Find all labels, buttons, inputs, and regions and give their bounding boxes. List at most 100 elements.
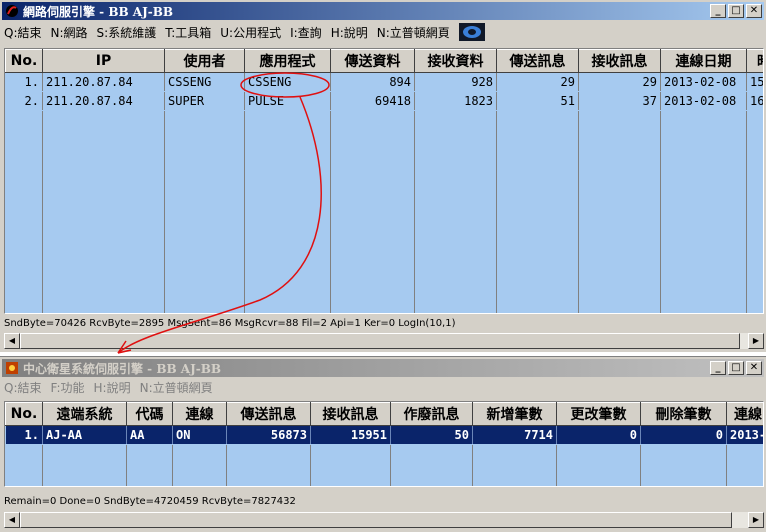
column-header-deleted-records[interactable]: 刪除筆數 bbox=[640, 402, 727, 426]
cell-connection: ON bbox=[172, 425, 227, 445]
cell-received-messages: 29 bbox=[578, 72, 661, 92]
menu-item-utilities[interactable]: U:公用程式 bbox=[220, 24, 281, 41]
cell-connect-date: 2013-02-08 bbox=[660, 91, 747, 111]
window-title: 網路伺服引擎 - BB AJ-BB bbox=[23, 4, 174, 19]
cell-time: 15:5 bbox=[746, 72, 763, 92]
column-header-connection[interactable]: 連線 bbox=[172, 402, 227, 426]
minimize-icon: _ bbox=[715, 5, 721, 16]
grid-header: No. IP 使用者 應用程式 傳送資料 接收資料 傳送訊息 接收訊息 連線日期… bbox=[5, 49, 763, 73]
app-icon bbox=[6, 362, 18, 374]
column-header-ip[interactable]: IP bbox=[42, 49, 165, 73]
cell-ip: 211.20.87.84 bbox=[42, 91, 165, 111]
scroll-right-icon[interactable]: ▶ bbox=[748, 512, 764, 528]
minimize-button[interactable]: _ bbox=[710, 361, 726, 375]
column-header-no[interactable]: No. bbox=[5, 49, 43, 73]
menu-item-website[interactable]: N:立普頓網頁 bbox=[140, 379, 213, 396]
minimize-icon: _ bbox=[715, 362, 721, 373]
cell-no: 2. bbox=[5, 91, 43, 111]
horizontal-scrollbar[interactable]: ◀ ▶ bbox=[4, 333, 764, 349]
maximize-button[interactable]: □ bbox=[728, 4, 744, 18]
flower-icon[interactable] bbox=[458, 23, 485, 41]
menu-item-exit[interactable]: Q:結束 bbox=[4, 24, 42, 41]
column-header-no[interactable]: No. bbox=[5, 402, 43, 426]
cell-application: PULSE bbox=[244, 91, 331, 111]
table-row[interactable]: 1. AJ-AA AA ON 56873 15951 50 7714 0 0 2… bbox=[5, 425, 763, 445]
column-header-remote-system[interactable]: 遠端系統 bbox=[42, 402, 127, 426]
close-button[interactable]: ✕ bbox=[746, 361, 762, 375]
menu-item-system-maintenance[interactable]: S:系統維護 bbox=[97, 24, 157, 41]
scroll-thumb[interactable] bbox=[20, 512, 732, 528]
close-button[interactable]: ✕ bbox=[746, 4, 762, 18]
cell-connect-date: 2013-02-08 bbox=[660, 72, 747, 92]
column-header-code[interactable]: 代碼 bbox=[126, 402, 173, 426]
table-row[interactable]: 2. 211.20.87.84 SUPER PULSE 69418 1823 5… bbox=[5, 91, 763, 111]
menu-item-website[interactable]: N:立普頓網頁 bbox=[377, 24, 450, 41]
cell-sent-messages: 29 bbox=[496, 72, 579, 92]
scroll-thumb[interactable] bbox=[20, 333, 740, 349]
cell-sent-messages: 51 bbox=[496, 91, 579, 111]
cell-deleted-records: 0 bbox=[640, 425, 727, 445]
connection-grid[interactable]: No. IP 使用者 應用程式 傳送資料 接收資料 傳送訊息 接收訊息 連線日期… bbox=[4, 48, 764, 314]
menu-item-network[interactable]: N:網路 bbox=[51, 24, 88, 41]
column-header-time[interactable]: 時 bbox=[746, 49, 763, 73]
close-icon: ✕ bbox=[749, 362, 759, 373]
scroll-right-icon[interactable]: ▶ bbox=[748, 333, 764, 349]
horizontal-scrollbar[interactable]: ◀ ▶ bbox=[4, 512, 764, 528]
table-row[interactable]: 1. 211.20.87.84 CSSENG CSSENG 894 928 29… bbox=[5, 72, 763, 92]
column-header-connect-date[interactable]: 連線日期 bbox=[660, 49, 747, 73]
column-header-received-data[interactable]: 接收資料 bbox=[414, 49, 497, 73]
menu-item-help[interactable]: H:說明 bbox=[331, 24, 368, 41]
cell-added-records: 7714 bbox=[472, 425, 557, 445]
menu-item-exit[interactable]: Q:結束 bbox=[4, 379, 42, 396]
column-header-updated-records[interactable]: 更改筆數 bbox=[556, 402, 641, 426]
column-header-received-messages[interactable]: 接收訊息 bbox=[310, 402, 391, 426]
cell-no: 1. bbox=[5, 72, 43, 92]
cell-sent-messages: 56873 bbox=[226, 425, 311, 445]
menu-bar: Q:結束 N:網路 S:系統維護 T:工具箱 U:公用程式 I:查詢 H:說明 … bbox=[4, 22, 485, 42]
satellite-grid[interactable]: No. 遠端系統 代碼 連線 傳送訊息 接收訊息 作廢訊息 新增筆數 更改筆數 … bbox=[4, 401, 764, 487]
menu-item-toolbox[interactable]: T:工具箱 bbox=[165, 24, 211, 41]
cell-sent-data: 69418 bbox=[330, 91, 415, 111]
column-header-received-messages[interactable]: 接收訊息 bbox=[578, 49, 661, 73]
cell-user: SUPER bbox=[164, 91, 245, 111]
cell-void-messages: 50 bbox=[390, 425, 473, 445]
column-header-sent-messages[interactable]: 傳送訊息 bbox=[226, 402, 311, 426]
cell-received-data: 1823 bbox=[414, 91, 497, 111]
app-icon bbox=[6, 5, 18, 17]
scroll-left-icon[interactable]: ◀ bbox=[4, 512, 20, 528]
cell-ip: 211.20.87.84 bbox=[42, 72, 165, 92]
maximize-button[interactable]: □ bbox=[728, 361, 744, 375]
cell-remote-system: AJ-AA bbox=[42, 425, 127, 445]
table-row bbox=[5, 110, 763, 313]
cell-sent-data: 894 bbox=[330, 72, 415, 92]
menu-bar: Q:結束 F:功能 H:說明 N:立普頓網頁 bbox=[4, 377, 213, 397]
cell-connect-date: 2013-02 bbox=[726, 425, 763, 445]
cell-user: CSSENG bbox=[164, 72, 245, 92]
title-bar[interactable]: 中心衛星系統伺服引擎 - BB AJ-BB _ □ ✕ bbox=[2, 359, 764, 377]
column-header-application[interactable]: 應用程式 bbox=[244, 49, 331, 73]
scroll-left-icon[interactable]: ◀ bbox=[4, 333, 20, 349]
maximize-icon: □ bbox=[731, 362, 741, 373]
maximize-icon: □ bbox=[731, 5, 741, 16]
cell-code: AA bbox=[126, 425, 173, 445]
menu-item-query[interactable]: I:查詢 bbox=[290, 24, 322, 41]
cell-received-messages: 15951 bbox=[310, 425, 391, 445]
column-header-user[interactable]: 使用者 bbox=[164, 49, 245, 73]
status-bar: Remain=0 Done=0 SndByte=4720459 RcvByte=… bbox=[4, 496, 296, 507]
cell-received-data: 928 bbox=[414, 72, 497, 92]
window-title: 中心衛星系統伺服引擎 - BB AJ-BB bbox=[23, 361, 222, 376]
minimize-button[interactable]: _ bbox=[710, 4, 726, 18]
menu-item-function[interactable]: F:功能 bbox=[51, 379, 85, 396]
cell-received-messages: 37 bbox=[578, 91, 661, 111]
column-header-sent-messages[interactable]: 傳送訊息 bbox=[496, 49, 579, 73]
cell-updated-records: 0 bbox=[556, 425, 641, 445]
column-header-added-records[interactable]: 新增筆數 bbox=[472, 402, 557, 426]
cell-time: 16:2 bbox=[746, 91, 763, 111]
column-header-sent-data[interactable]: 傳送資料 bbox=[330, 49, 415, 73]
table-row bbox=[5, 444, 763, 486]
column-header-void-messages[interactable]: 作廢訊息 bbox=[390, 402, 473, 426]
menu-item-help[interactable]: H:說明 bbox=[94, 379, 131, 396]
network-server-window: 網路伺服引擎 - BB AJ-BB _ □ ✕ Q:結束 N:網路 S:系統維護… bbox=[0, 0, 766, 352]
column-header-connect-date[interactable]: 連線日 bbox=[726, 402, 763, 426]
title-bar[interactable]: 網路伺服引擎 - BB AJ-BB _ □ ✕ bbox=[2, 2, 764, 20]
